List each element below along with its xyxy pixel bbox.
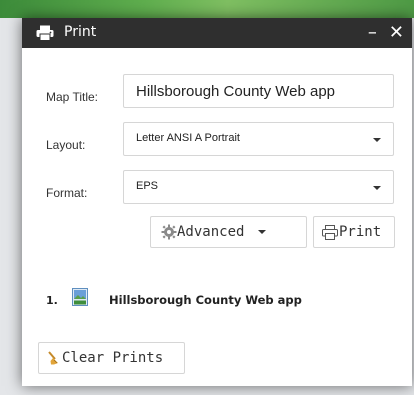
map-background-top bbox=[0, 0, 414, 18]
layout-label: Layout: bbox=[46, 138, 86, 152]
chevron-down-icon bbox=[373, 186, 381, 190]
clear-prints-label: Clear Prints bbox=[62, 350, 164, 366]
print-dialog: Print – ✕ Map Title: Hillsborough County… bbox=[22, 18, 412, 386]
layout-select[interactable]: Letter ANSI A Portrait bbox=[123, 122, 394, 156]
print-button[interactable]: Print bbox=[313, 216, 395, 248]
printer-icon bbox=[36, 25, 54, 41]
clear-prints-button[interactable]: Clear Prints bbox=[38, 342, 185, 374]
format-label: Format: bbox=[46, 186, 88, 200]
window-controls: – ✕ bbox=[368, 20, 404, 46]
map-document-icon bbox=[72, 288, 88, 306]
map-title-value: Hillsborough County Web app bbox=[136, 83, 336, 100]
dialog-title: Print bbox=[64, 24, 97, 40]
format-value: EPS bbox=[136, 180, 159, 192]
close-icon[interactable]: ✕ bbox=[389, 20, 404, 46]
broom-icon bbox=[48, 351, 58, 365]
format-select[interactable]: EPS bbox=[123, 170, 394, 204]
gear-icon bbox=[161, 224, 177, 240]
print-label: Print bbox=[339, 224, 382, 240]
chevron-down-icon bbox=[258, 230, 267, 234]
map-title-input[interactable]: Hillsborough County Web app bbox=[123, 74, 394, 108]
dialog-titlebar[interactable]: Print – ✕ bbox=[22, 18, 412, 48]
chevron-down-icon bbox=[373, 138, 381, 142]
result-index: 1. bbox=[46, 294, 58, 307]
advanced-button[interactable]: Advanced bbox=[150, 216, 307, 248]
layout-value: Letter ANSI A Portrait bbox=[136, 132, 240, 144]
advanced-label: Advanced bbox=[177, 224, 245, 240]
map-title-label: Map Title: bbox=[46, 90, 99, 104]
result-link[interactable]: Hillsborough County Web app bbox=[109, 293, 302, 307]
printer-icon bbox=[322, 224, 338, 240]
minimize-icon[interactable]: – bbox=[368, 20, 377, 46]
